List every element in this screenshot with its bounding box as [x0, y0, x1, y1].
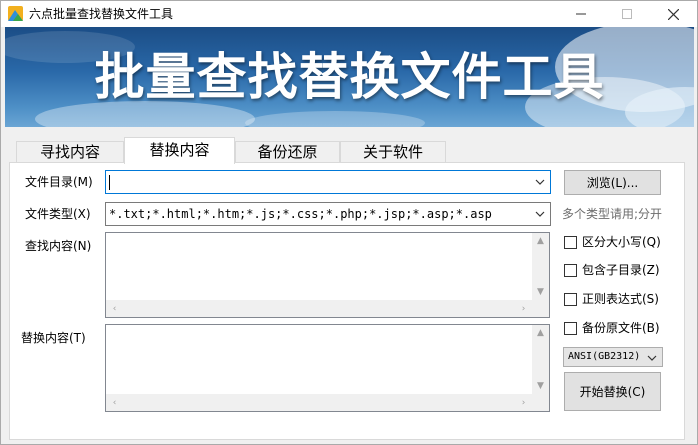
backup-original-label: 备份原文件(B): [582, 321, 660, 335]
case-sensitive-checkbox[interactable]: [564, 235, 577, 249]
backup-original-option[interactable]: 备份原文件(B): [564, 320, 660, 336]
case-sensitive-option[interactable]: 区分大小写(Q): [564, 234, 661, 250]
tab-backup-restore[interactable]: 备份还原: [235, 141, 340, 163]
encoding-value: ANSI(GB2312): [568, 351, 641, 362]
vertical-scrollbar[interactable]: ▲ ▼: [532, 325, 549, 394]
scroll-right-icon[interactable]: ›: [515, 398, 532, 408]
scrollbar-corner: [532, 394, 549, 411]
horizontal-scrollbar[interactable]: ‹ ›: [106, 394, 532, 411]
app-logo-icon: [8, 6, 23, 21]
chevron-down-icon[interactable]: [534, 175, 546, 189]
tab-find-content[interactable]: 寻找内容: [16, 141, 124, 163]
include-subdirs-option[interactable]: 包含子目录(Z): [564, 262, 660, 278]
start-replace-button[interactable]: 开始替换(C): [564, 372, 661, 411]
close-icon: [667, 8, 679, 20]
text-cursor: [109, 175, 110, 190]
regex-option[interactable]: 正则表达式(S): [564, 291, 659, 307]
browse-button[interactable]: 浏览(L)...: [564, 170, 661, 195]
app-window: 六点批量查找替换文件工具 批量查找替换文件工具 寻找内容 替换内容 备份还原 关…: [0, 0, 698, 445]
banner-title: 批量查找替换文件工具: [94, 48, 605, 106]
minimize-icon: [576, 13, 586, 15]
file-type-value: *.txt;*.html;*.htm;*.js;*.css;*.php;*.js…: [109, 207, 492, 221]
maximize-button[interactable]: [604, 1, 650, 27]
scroll-down-icon[interactable]: ▼: [532, 287, 549, 297]
include-subdirs-label: 包含子目录(Z): [582, 263, 660, 277]
backup-original-checkbox[interactable]: [564, 321, 577, 335]
case-sensitive-label: 区分大小写(Q): [582, 235, 661, 249]
header-banner: 批量查找替换文件工具: [5, 27, 694, 127]
find-content-textarea[interactable]: ▲ ▼ ‹ ›: [105, 232, 550, 318]
replace-content-textarea[interactable]: ▲ ▼ ‹ ›: [105, 324, 550, 412]
file-type-label: 文件类型(X): [25, 207, 91, 221]
scroll-left-icon[interactable]: ‹: [106, 398, 123, 408]
maximize-icon: [622, 9, 632, 19]
minimize-button[interactable]: [558, 1, 604, 27]
file-type-combobox[interactable]: *.txt;*.html;*.htm;*.js;*.css;*.php;*.js…: [105, 202, 551, 226]
include-subdirs-checkbox[interactable]: [564, 263, 577, 277]
scroll-left-icon[interactable]: ‹: [106, 304, 123, 314]
vertical-scrollbar[interactable]: ▲ ▼: [532, 233, 549, 300]
directory-combobox[interactable]: [105, 170, 551, 194]
file-type-hint: 多个类型请用;分开: [562, 207, 663, 221]
close-button[interactable]: [650, 1, 696, 27]
tab-replace-content[interactable]: 替换内容: [124, 137, 235, 164]
title-bar: 六点批量查找替换文件工具: [1, 1, 697, 27]
regex-label: 正则表达式(S): [582, 292, 659, 306]
find-content-label: 查找内容(N): [25, 239, 92, 253]
scroll-down-icon[interactable]: ▼: [532, 381, 549, 391]
encoding-select[interactable]: ANSI(GB2312): [563, 347, 663, 367]
chevron-down-icon[interactable]: [646, 351, 658, 365]
scroll-right-icon[interactable]: ›: [515, 304, 532, 314]
replace-content-label: 替换内容(T): [21, 331, 86, 345]
directory-label: 文件目录(M): [25, 175, 93, 189]
regex-checkbox[interactable]: [564, 292, 577, 306]
chevron-down-icon[interactable]: [534, 207, 546, 221]
scrollbar-corner: [532, 300, 549, 317]
horizontal-scrollbar[interactable]: ‹ ›: [106, 300, 532, 317]
tab-about-software[interactable]: 关于软件: [340, 141, 446, 163]
window-title: 六点批量查找替换文件工具: [29, 7, 174, 21]
scroll-up-icon[interactable]: ▲: [532, 236, 549, 246]
scroll-up-icon[interactable]: ▲: [532, 328, 549, 338]
